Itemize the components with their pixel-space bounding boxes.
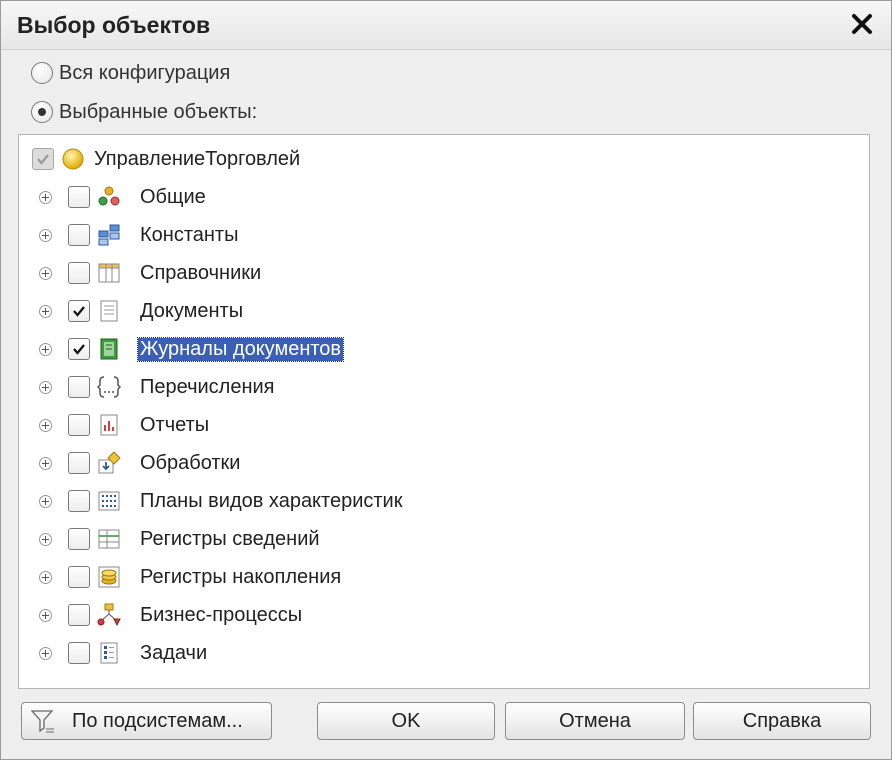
by-subsystems-button[interactable]: По подсистемам...	[21, 702, 272, 740]
radio-button[interactable]	[31, 62, 53, 84]
reports-icon	[96, 412, 122, 438]
item-label: Обработки	[140, 451, 241, 474]
document-journals-icon	[96, 336, 122, 362]
objects-tree[interactable]: УправлениеТорговлей Общие Константы Спра…	[18, 134, 870, 689]
close-button[interactable]	[845, 7, 879, 41]
item-checkbox[interactable]	[68, 186, 90, 208]
close-icon	[852, 14, 872, 34]
tree-item-document-journals[interactable]: Журналы документов	[39, 335, 345, 363]
item-checkbox[interactable]	[68, 642, 90, 664]
item-checkbox[interactable]	[68, 490, 90, 512]
item-checkbox[interactable]	[68, 300, 90, 322]
help-button[interactable]: Справка	[693, 702, 871, 740]
tree-item-information-registers[interactable]: Регистры сведений	[39, 525, 322, 553]
expand-icon[interactable]	[39, 228, 52, 242]
documents-icon	[96, 298, 122, 324]
expand-icon[interactable]	[39, 608, 52, 622]
business-processes-icon	[96, 602, 122, 628]
checkmark-icon	[73, 306, 85, 317]
tasks-icon	[96, 640, 122, 666]
item-label: Регистры накопления	[140, 565, 342, 588]
expand-icon[interactable]	[39, 266, 52, 280]
configuration-icon	[60, 146, 86, 172]
item-label: Журналы документов	[136, 336, 345, 362]
help-label: Справка	[742, 709, 822, 732]
item-checkbox[interactable]	[68, 452, 90, 474]
data-processors-icon	[96, 450, 122, 476]
item-label: Общие	[140, 185, 206, 208]
tree-item-business-processes[interactable]: Бизнес-процессы	[39, 601, 304, 629]
tree-item-catalogs[interactable]: Справочники	[39, 259, 263, 287]
expand-icon[interactable]	[39, 190, 52, 204]
tree-root[interactable]: УправлениеТорговлей	[32, 145, 300, 173]
expand-icon[interactable]	[39, 646, 52, 660]
cancel-label: Отмена	[559, 709, 631, 732]
radio-selected-objects[interactable]: Выбранные объекты:	[31, 99, 257, 125]
information-registers-icon	[96, 526, 122, 552]
catalogs-icon	[96, 260, 122, 286]
item-label: Планы видов характеристик	[140, 489, 403, 512]
item-checkbox[interactable]	[68, 224, 90, 246]
item-label: Регистры сведений	[140, 527, 320, 550]
tree-item-enumerations[interactable]: Перечисления	[39, 373, 277, 401]
tree-item-reports[interactable]: Отчеты	[39, 411, 211, 439]
expand-icon[interactable]	[39, 456, 52, 470]
constants-icon	[96, 222, 122, 248]
tree-item-tasks[interactable]: Задачи	[39, 639, 209, 667]
tree-item-documents[interactable]: Документы	[39, 297, 245, 325]
expand-icon[interactable]	[39, 304, 52, 318]
item-checkbox[interactable]	[68, 262, 90, 284]
item-label: Отчеты	[140, 413, 210, 436]
common-objects-icon	[96, 184, 122, 210]
radio-label: Выбранные объекты:	[59, 100, 258, 123]
expand-icon[interactable]	[39, 532, 52, 546]
item-checkbox[interactable]	[68, 414, 90, 436]
characteristic-types-icon	[96, 488, 122, 514]
expand-icon[interactable]	[39, 342, 52, 356]
item-label: Справочники	[140, 261, 262, 284]
item-checkbox[interactable]	[68, 528, 90, 550]
expand-icon[interactable]	[39, 418, 52, 432]
select-objects-dialog: Выбор объектов Вся конфигурация Выбранны…	[0, 0, 892, 760]
root-checkbox	[32, 148, 54, 170]
expand-icon[interactable]	[39, 380, 52, 394]
tree-root-label: УправлениеТорговлей	[94, 147, 301, 170]
item-checkbox[interactable]	[68, 376, 90, 398]
tree-item-constants[interactable]: Константы	[39, 221, 240, 249]
item-checkbox[interactable]	[68, 338, 90, 360]
radio-label: Вся конфигурация	[59, 61, 231, 84]
cancel-button[interactable]: Отмена	[505, 702, 685, 740]
tree-item-characteristic-types[interactable]: Планы видов характеристик	[39, 487, 404, 515]
checkmark-icon	[73, 344, 85, 355]
accumulation-registers-icon	[96, 564, 122, 590]
item-label: Перечисления	[140, 375, 275, 398]
window-title: Выбор объектов	[17, 12, 211, 38]
radio-button[interactable]	[31, 101, 53, 123]
tree-item-accumulation-registers[interactable]: Регистры накопления	[39, 563, 343, 591]
ok-label: OK	[391, 709, 421, 732]
item-checkbox[interactable]	[68, 566, 90, 588]
item-label: Документы	[140, 299, 244, 322]
expand-icon[interactable]	[39, 570, 52, 584]
radio-whole-configuration[interactable]: Вся конфигурация	[31, 60, 230, 86]
item-label: Задачи	[140, 641, 208, 664]
tree-item-common[interactable]: Общие	[39, 183, 208, 211]
expand-icon[interactable]	[39, 494, 52, 508]
tree-item-data-processors[interactable]: Обработки	[39, 449, 242, 477]
ok-button[interactable]: OK	[317, 702, 495, 740]
item-label: Бизнес-процессы	[140, 603, 303, 626]
filter-icon	[30, 710, 54, 733]
enumerations-icon	[96, 374, 122, 400]
by-subsystems-label: По подсистемам...	[72, 709, 243, 732]
item-checkbox[interactable]	[68, 604, 90, 626]
title-bar: Выбор объектов	[1, 1, 891, 50]
item-label: Константы	[140, 223, 239, 246]
